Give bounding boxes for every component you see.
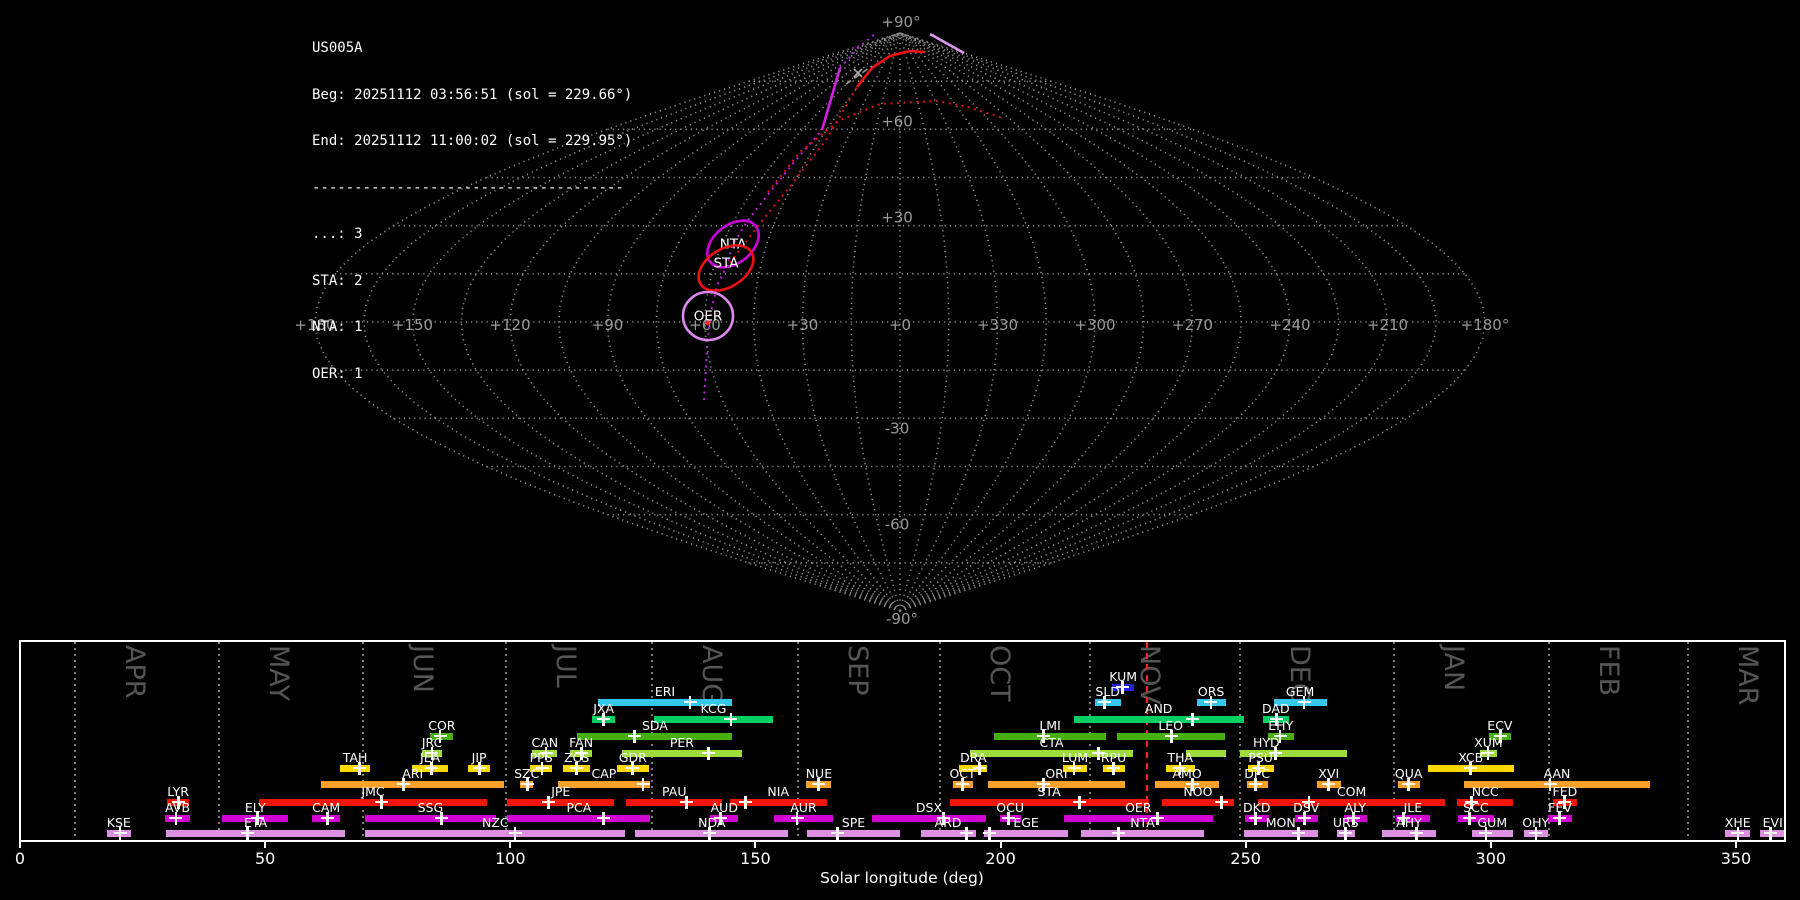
x-tick-label: 100 <box>495 849 526 868</box>
x-tick <box>1245 842 1247 848</box>
x-tick <box>19 842 21 848</box>
x-tick-label: 200 <box>985 849 1016 868</box>
meteor-radiant-plot: +180+150+120+90+60+30+0+330+300+270+240+… <box>0 0 1800 900</box>
x-tick-label: 50 <box>255 849 275 868</box>
x-tick <box>1735 842 1737 848</box>
activity-timeline: Solar longitude (deg) APRMAYJUNJULAUGSEP… <box>0 0 1800 900</box>
x-axis-title: Solar longitude (deg) <box>820 869 984 887</box>
plot-frame <box>19 640 1786 842</box>
x-tick-label: 300 <box>1476 849 1507 868</box>
x-tick <box>264 842 266 848</box>
x-tick-label: 150 <box>740 849 771 868</box>
x-tick-label: 250 <box>1230 849 1261 868</box>
x-tick-label: 350 <box>1721 849 1752 868</box>
x-tick-label: 0 <box>15 849 25 868</box>
x-tick <box>509 842 511 848</box>
x-tick <box>1490 842 1492 848</box>
x-tick <box>754 842 756 848</box>
x-tick <box>1000 842 1002 848</box>
